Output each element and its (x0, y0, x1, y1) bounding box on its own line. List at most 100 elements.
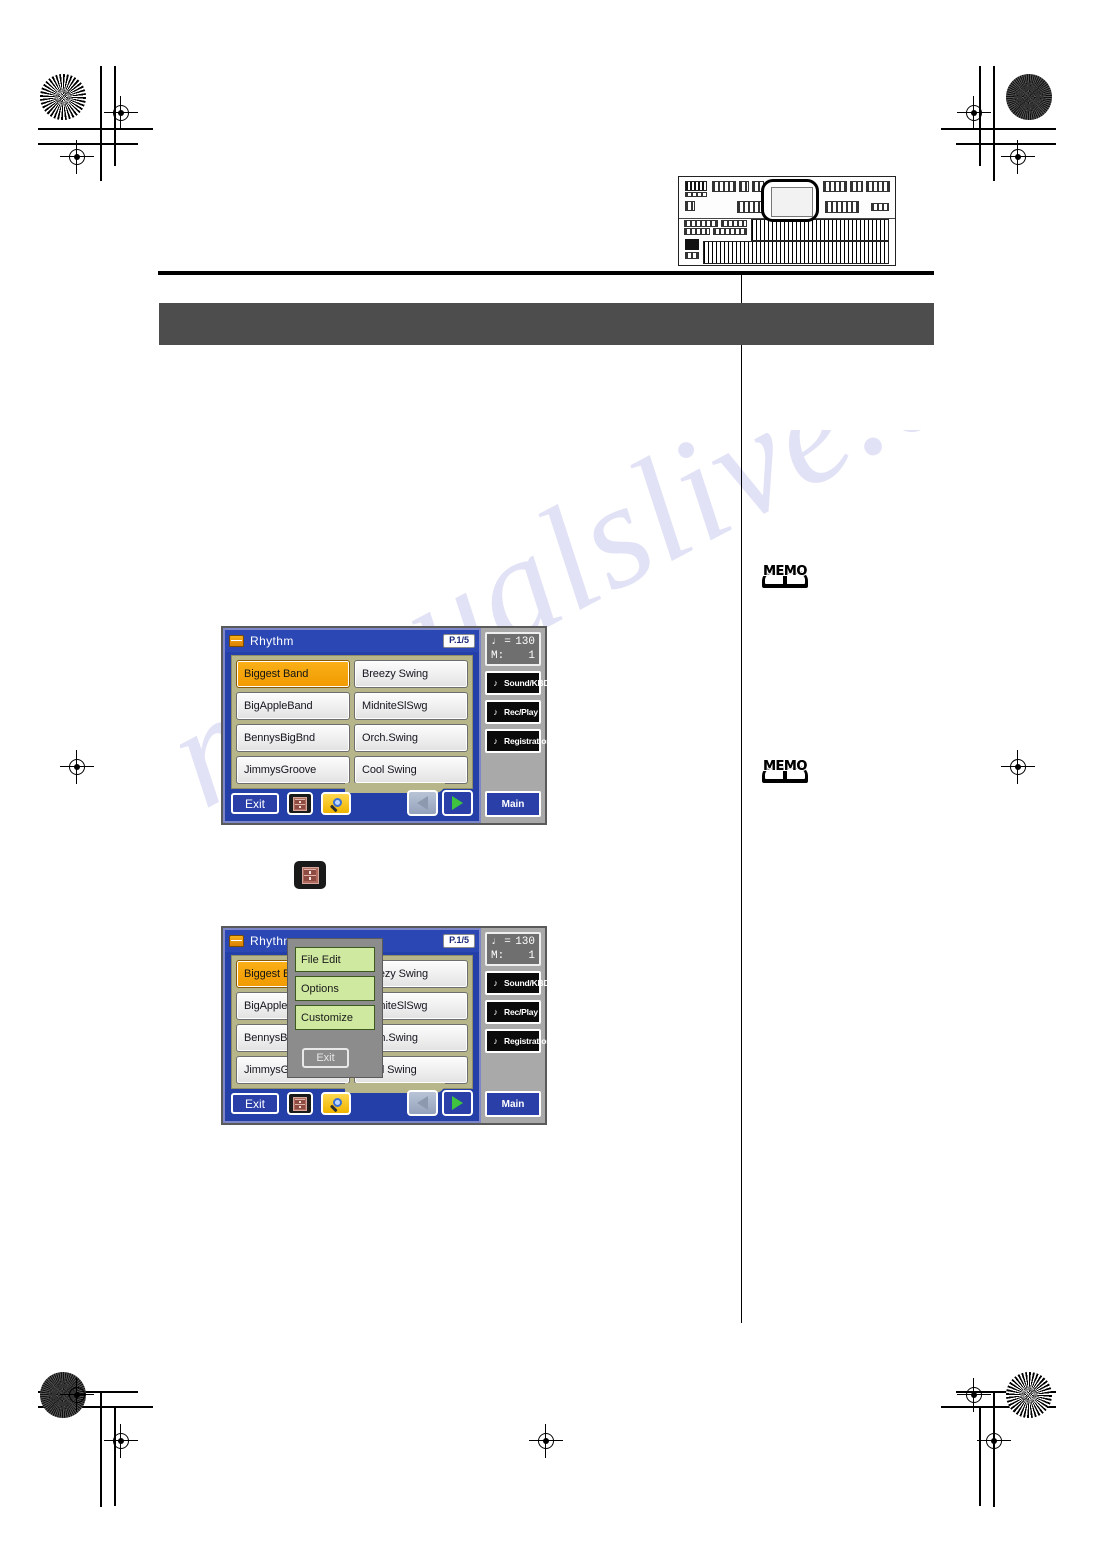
rail-spacer (485, 1058, 541, 1086)
lcd-highlight-outline (761, 179, 819, 222)
registration-label: Registration (504, 736, 552, 746)
registration-button[interactable]: ♪ Registration (485, 1029, 551, 1053)
header-rule (158, 271, 934, 275)
rec-play-button[interactable]: ♪ Rec/Play (485, 700, 541, 724)
search-icon[interactable] (321, 792, 351, 815)
organ-control-panel (679, 177, 895, 222)
speaker-icon: ♪ (493, 706, 498, 717)
pager (407, 790, 473, 816)
registration-cross (977, 1424, 1011, 1458)
lcd-side-rail: ♩ = 130 M: 1 ♪ Sound/KBD ♪ Rec/Play ♪ Re… (481, 928, 551, 1123)
registration-cross (529, 1424, 563, 1458)
panel-display-block (685, 181, 707, 191)
sound-kbd-button[interactable]: ♪ Sound/KBD (485, 971, 550, 995)
panel-label-row (685, 192, 707, 197)
rhythm-button[interactable]: BennysBigBnd (236, 724, 350, 752)
rhythm-button[interactable]: JimmysGroove (236, 756, 350, 784)
registration-cross (1001, 140, 1035, 174)
rhythm-button[interactable]: Cool Swing (354, 756, 468, 784)
lcd-titlebar: Rhythm P.1/5 (225, 630, 479, 652)
registration-label: Registration (504, 1036, 552, 1046)
organ-icon: ♪ (493, 1035, 498, 1046)
crop-mark (100, 66, 102, 181)
lcd-title: Rhythm (250, 634, 294, 648)
panel-button-group (823, 181, 847, 192)
popup-exit-button[interactable]: Exit (302, 1048, 349, 1068)
panel-slider-row (825, 201, 859, 213)
rhythm-button[interactable]: Biggest Band (236, 660, 350, 688)
next-page-button[interactable] (442, 790, 473, 816)
left-panel-buttons (713, 228, 747, 235)
menu-icon-glyph (293, 796, 307, 811)
rhythm-button[interactable]: Orch.Swing (354, 724, 468, 752)
sound-kbd-button[interactable]: ♪ Sound/KBD (485, 671, 550, 695)
lcd-content-area: Rhythm P.1/5 Biggest Band Breezy Swing B… (223, 628, 481, 823)
search-icon[interactable] (321, 1092, 351, 1115)
left-panel-buttons (684, 228, 710, 235)
menu-item-customize[interactable]: Customize (295, 1005, 375, 1030)
lcd-toolbar: Exit (229, 1090, 475, 1118)
measure-value: 1 (528, 649, 535, 662)
main-button[interactable]: Main (485, 791, 541, 817)
registration-cross (60, 140, 94, 174)
organ-keybeds (679, 219, 895, 265)
tempo-display: ♩ = 130 M: 1 (485, 932, 541, 966)
triangle-left-icon (417, 1096, 428, 1110)
menu-item-options[interactable]: Options (295, 976, 375, 1001)
rhythm-button[interactable]: BigAppleBand (236, 692, 350, 720)
sound-kbd-label: Sound/KBD (504, 678, 550, 688)
left-panel-display (685, 239, 699, 250)
registration-cross (957, 96, 991, 130)
sound-kbd-label: Sound/KBD (504, 978, 550, 988)
registration-button[interactable]: ♪ Registration (485, 729, 551, 753)
menu-icon[interactable] (287, 792, 313, 815)
registration-star (1006, 1372, 1052, 1418)
menu-icon-glyph (301, 866, 319, 884)
lcd-content-area: Rhythm P.1/5 Biggest Band Breezy Swing B… (223, 928, 481, 1123)
triangle-right-icon (452, 796, 463, 810)
registration-cross (60, 1378, 94, 1412)
pager (407, 1090, 473, 1116)
rec-play-button[interactable]: ♪ Rec/Play (485, 1000, 541, 1024)
column-divider (741, 275, 742, 1323)
measure-label: M: (491, 949, 505, 962)
menu-icon[interactable] (287, 1092, 313, 1115)
panel-knob (685, 201, 695, 211)
exit-button[interactable]: Exit (231, 793, 279, 814)
rhythm-grid: Biggest Band Breezy Swing BigAppleBand M… (236, 660, 468, 784)
main-button[interactable]: Main (485, 1091, 541, 1117)
memo-badge: MEMO MEMO (762, 757, 810, 783)
screenshot-rhythm-menu-open: Rhythm P.1/5 Biggest Band Breezy Swing B… (221, 926, 551, 1125)
folder-icon (229, 635, 244, 647)
registration-cross (957, 1378, 991, 1412)
triangle-right-icon (452, 1096, 463, 1110)
panel-logo (871, 203, 889, 211)
section-header-band (159, 303, 934, 345)
lcd-toolbar: Exit (229, 790, 475, 818)
panel-button-group (739, 181, 749, 192)
exit-button[interactable]: Exit (231, 1093, 279, 1114)
left-panel-buttons (721, 220, 747, 227)
organ-illustration (678, 176, 896, 266)
page-indicator: P.1/5 (443, 934, 475, 948)
registration-cross (104, 1424, 138, 1458)
tempo-value: 130 (515, 636, 535, 648)
menu-item-file-edit[interactable]: File Edit (295, 947, 375, 972)
registration-cross (60, 750, 94, 784)
prev-page-button[interactable] (407, 790, 438, 816)
prev-page-button[interactable] (407, 1090, 438, 1116)
page-indicator: P.1/5 (443, 634, 475, 648)
crop-mark (993, 66, 995, 181)
folder-icon (229, 935, 244, 947)
rec-play-label: Rec/Play (504, 707, 538, 717)
next-page-button[interactable] (442, 1090, 473, 1116)
rhythm-button[interactable]: Breezy Swing (354, 660, 468, 688)
search-icon-glyph (332, 1098, 342, 1107)
measure-label: M: (491, 649, 505, 662)
lower-keybed (703, 241, 889, 264)
tempo-display: ♩ = 130 M: 1 (485, 632, 541, 666)
tempo-value: 130 (515, 936, 535, 948)
panel-button-group (712, 181, 736, 192)
rhythm-button[interactable]: MidniteSlSwg (354, 692, 468, 720)
panel-button-group (850, 181, 863, 192)
